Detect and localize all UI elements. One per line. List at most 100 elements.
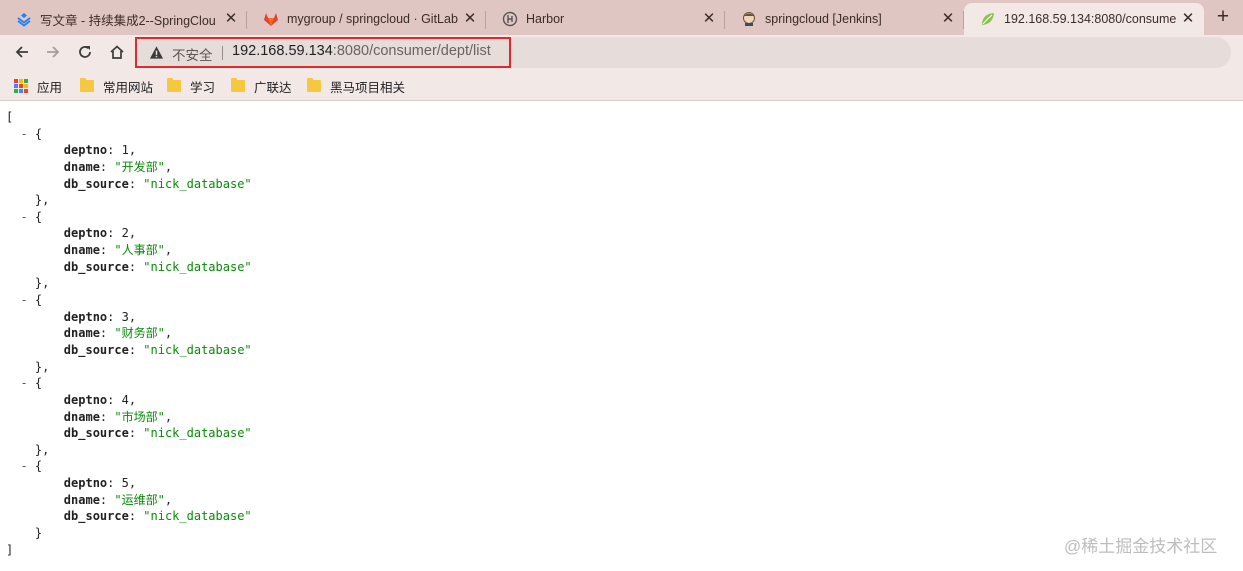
url-host: 192.168.59.134 xyxy=(232,43,333,59)
tab-harbor[interactable]: Harbor ✕ xyxy=(486,3,725,35)
json-line: db_source: "nick_database" xyxy=(63,342,252,357)
tab-gitlab[interactable]: mygroup / springcloud · GitLab ✕ xyxy=(247,3,486,35)
forward-arrow-icon xyxy=(47,46,60,58)
json-line: deptno: 1, xyxy=(63,143,137,158)
folder-icon xyxy=(167,78,181,92)
watermark: @稀土掘金技术社区 xyxy=(1064,537,1218,556)
close-icon[interactable]: ✕ xyxy=(462,11,478,27)
url-text[interactable]: 192.168.59.134:8080/consumer/dept/list xyxy=(232,43,491,59)
json-object-open: - { xyxy=(20,376,43,391)
bookmark-folder[interactable]: 常用网站 xyxy=(80,76,153,96)
json-line: db_source: "nick_database" xyxy=(63,426,252,441)
json-number-value: 3 xyxy=(121,309,129,324)
collapse-toggle[interactable]: - xyxy=(20,210,27,224)
json-line: dname: "开发部", xyxy=(63,159,173,174)
bookmark-label: 应用 xyxy=(37,80,63,95)
tab-jenkins[interactable]: springcloud [Jenkins] ✕ xyxy=(725,3,964,35)
json-array-open: [ xyxy=(6,110,14,124)
json-string-value: "财务部" xyxy=(114,326,165,341)
spring-leaf-icon xyxy=(980,11,996,27)
bookmark-label: 黑马项目相关 xyxy=(330,80,406,95)
jenkins-icon xyxy=(741,11,757,27)
json-line: dname: "运维部", xyxy=(63,492,173,507)
collapse-toggle[interactable]: - xyxy=(20,293,27,307)
folder-icon xyxy=(307,78,321,92)
json-line: db_source: "nick_database" xyxy=(63,509,252,524)
folder-icon xyxy=(231,78,245,92)
security-label[interactable]: 不安全 xyxy=(172,44,213,64)
reload-icon xyxy=(79,46,91,58)
json-line: dname: "人事部", xyxy=(63,243,173,258)
json-object-open: - { xyxy=(20,293,43,308)
juejin-icon xyxy=(16,11,32,27)
close-icon[interactable]: ✕ xyxy=(701,11,717,27)
json-key: deptno xyxy=(63,143,108,158)
warning-icon[interactable] xyxy=(149,45,164,60)
tab-title: Harbor xyxy=(526,12,565,26)
json-line: db_source: "nick_database" xyxy=(63,259,252,274)
bookmark-apps[interactable]: 应用 xyxy=(14,76,62,96)
tab-consumer-active[interactable]: 192.168.59.134:8080/consume ✕ xyxy=(964,3,1204,35)
json-string-value: "运维部" xyxy=(114,492,165,507)
bookmarks-bar: 应用 常用网站 学习 广联达 黑马项目相关 xyxy=(0,70,1243,101)
json-key: db_source xyxy=(63,259,129,274)
json-viewer: [ - { deptno: 1, dname: "开发部", db_source… xyxy=(6,109,252,558)
json-line: deptno: 3, xyxy=(63,309,137,324)
json-object-close: }, xyxy=(6,359,50,374)
json-key: deptno xyxy=(63,309,108,324)
json-key: deptno xyxy=(63,392,108,407)
json-key: deptno xyxy=(63,476,108,491)
apps-grid-icon xyxy=(14,79,28,93)
json-string-value: "nick_database" xyxy=(143,342,252,357)
json-object-open: - { xyxy=(20,459,43,474)
bookmark-label: 学习 xyxy=(190,80,216,95)
tab-title: 192.168.59.134:8080/consume xyxy=(1004,12,1176,26)
collapse-toggle[interactable]: - xyxy=(20,127,27,141)
json-number-value: 4 xyxy=(121,392,129,407)
browser-toolbar: 不安全 192.168.59.134:8080/consumer/dept/li… xyxy=(0,35,1243,70)
collapse-toggle[interactable]: - xyxy=(20,459,27,473)
json-object-close: } xyxy=(6,526,43,541)
bookmark-folder[interactable]: 广联达 xyxy=(231,76,292,96)
bookmark-folder[interactable]: 学习 xyxy=(167,76,215,96)
json-key: db_source xyxy=(63,509,129,524)
close-icon[interactable]: ✕ xyxy=(1180,11,1196,27)
json-number-value: 5 xyxy=(121,476,129,491)
json-string-value: "人事部" xyxy=(114,243,165,258)
json-string-value: "开发部" xyxy=(114,159,165,174)
json-key: db_source xyxy=(63,342,129,357)
json-object-close: }, xyxy=(6,193,50,208)
gitlab-icon xyxy=(263,11,279,27)
home-button[interactable] xyxy=(103,38,131,66)
json-key: dname xyxy=(63,159,100,174)
json-object-close: }, xyxy=(6,276,50,291)
json-string-value: "nick_database" xyxy=(143,259,252,274)
json-number-value: 1 xyxy=(121,143,129,158)
json-line: deptno: 2, xyxy=(63,226,137,241)
json-key: db_source xyxy=(63,426,129,441)
new-tab-button[interactable]: + xyxy=(1212,6,1234,29)
close-icon[interactable]: ✕ xyxy=(223,11,239,27)
tab-strip: 写文章 - 持续集成2--SpringClou ✕ mygroup / spri… xyxy=(0,0,1243,35)
collapse-toggle[interactable]: - xyxy=(20,376,27,390)
folder-icon xyxy=(80,78,94,92)
address-bar[interactable]: 不安全 192.168.59.134:8080/consumer/dept/li… xyxy=(135,37,1231,68)
back-button[interactable] xyxy=(8,38,36,66)
forward-button[interactable] xyxy=(39,38,67,66)
tab-juejin[interactable]: 写文章 - 持续集成2--SpringClou ✕ xyxy=(0,3,247,35)
json-key: dname xyxy=(63,409,100,424)
json-array-close: ] xyxy=(6,542,14,557)
reload-button[interactable] xyxy=(71,38,99,66)
tab-title: springcloud [Jenkins] xyxy=(765,12,882,26)
json-key: deptno xyxy=(63,226,108,241)
json-object-open: - { xyxy=(20,126,43,141)
url-divider xyxy=(222,46,223,60)
json-line: db_source: "nick_database" xyxy=(63,176,252,191)
json-line: dname: "财务部", xyxy=(63,326,173,341)
home-icon xyxy=(110,45,124,59)
json-string-value: "nick_database" xyxy=(143,509,252,524)
tab-title: 写文章 - 持续集成2--SpringClou xyxy=(40,13,216,28)
json-number-value: 2 xyxy=(121,226,129,241)
bookmark-folder[interactable]: 黑马项目相关 xyxy=(307,76,405,96)
close-icon[interactable]: ✕ xyxy=(940,11,956,27)
